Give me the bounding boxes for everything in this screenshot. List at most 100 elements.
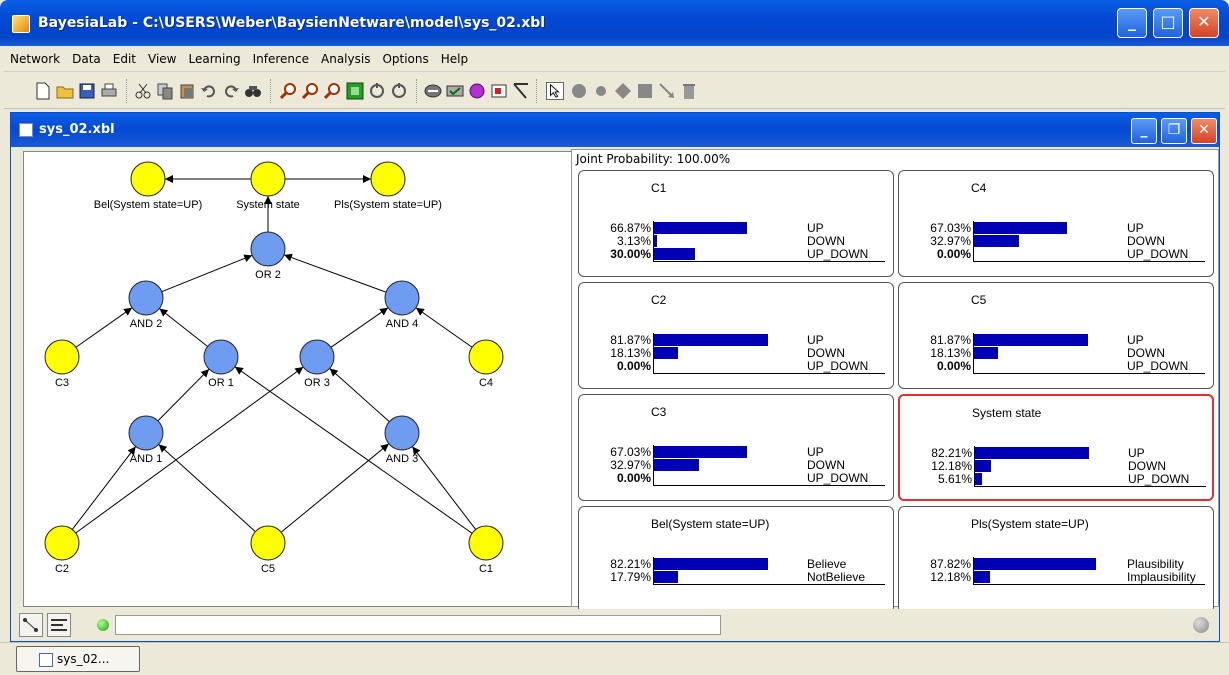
graph-arc-c1-and3[interactable] xyxy=(411,446,477,530)
zoom-out-icon[interactable] xyxy=(302,82,320,100)
arc-tool-icon[interactable] xyxy=(512,82,530,100)
find-icon[interactable] xyxy=(244,82,262,100)
monitor-bar-track[interactable] xyxy=(653,359,803,373)
modeling-mode-icon[interactable] xyxy=(424,82,442,100)
node-circle-large-icon[interactable] xyxy=(570,82,588,100)
monitor-bar-track[interactable] xyxy=(973,359,1123,373)
graph-arc-and2-or2[interactable] xyxy=(161,254,253,293)
monitor-bar-track[interactable] xyxy=(973,333,1123,347)
monitor-icon[interactable] xyxy=(490,82,508,100)
graph-arc-and3-or3[interactable] xyxy=(329,367,390,423)
monitor-bar-track[interactable] xyxy=(974,472,1124,486)
graph-node-c3[interactable] xyxy=(44,339,80,375)
monitor-bar-track[interactable] xyxy=(653,346,803,360)
monitor-system-state[interactable]: System state 82.21% UP 12.18% DOWN 5.61% UP_DO… xyxy=(898,394,1214,501)
monitor-bar-track[interactable] xyxy=(653,471,803,485)
monitor-pls-system-state-up[interactable]: Pls(System state=UP) 87.82% Plausibility 12… xyxy=(898,506,1214,613)
node-purple-icon[interactable] xyxy=(468,82,486,100)
node-diamond-icon[interactable] xyxy=(614,82,632,100)
fit-window-icon[interactable] xyxy=(346,82,364,100)
monitor-bar-track[interactable] xyxy=(653,557,803,571)
console-toggle-button[interactable] xyxy=(47,613,71,637)
monitor-bar-track[interactable] xyxy=(973,570,1123,584)
menu-analysis[interactable]: Analysis xyxy=(315,46,376,66)
monitor-bar-track[interactable] xyxy=(973,557,1123,571)
graph-node-bel[interactable] xyxy=(130,161,166,197)
graph-node-or3[interactable] xyxy=(299,339,335,375)
monitor-bar-track[interactable] xyxy=(653,458,803,472)
zoom-in-icon[interactable] xyxy=(280,82,298,100)
graph-arc-and1-or1[interactable] xyxy=(157,368,210,422)
menu-edit[interactable]: Edit xyxy=(107,46,142,66)
graph-arc-c4-and4[interactable] xyxy=(415,307,473,348)
save-icon[interactable] xyxy=(78,82,96,100)
monitor-c2[interactable]: C2 81.87% UP 18.13% DOWN 0.00% UP_DOWN xyxy=(578,282,894,389)
monitor-bar-track[interactable] xyxy=(653,247,803,261)
validation-mode-icon[interactable] xyxy=(446,82,464,100)
monitor-bar-track[interactable] xyxy=(973,234,1123,248)
monitor-bel-system-state-up[interactable]: Bel(System state=UP) 82.21% Believe 17.79% N… xyxy=(578,506,894,613)
graph-arc-or1-and2[interactable] xyxy=(159,308,208,347)
graph-node-pls[interactable] xyxy=(370,161,406,197)
monitor-bar-track[interactable] xyxy=(974,459,1124,473)
graph-arc-c3-and2[interactable] xyxy=(75,307,133,348)
print-icon[interactable] xyxy=(100,82,118,100)
monitor-bar-track[interactable] xyxy=(973,247,1123,261)
new-file-icon[interactable] xyxy=(34,82,52,100)
monitor-c1[interactable]: C1 66.87% UP 3.13% DOWN 30.00% UP_DOWN xyxy=(578,170,894,277)
graph-node-and2[interactable] xyxy=(128,280,164,316)
menu-inference[interactable]: Inference xyxy=(247,46,315,66)
selection-pointer-icon[interactable] xyxy=(546,82,564,100)
copy-icon[interactable] xyxy=(156,82,174,100)
node-circle-small-icon[interactable] xyxy=(592,82,610,100)
graph-node-and4[interactable] xyxy=(384,280,420,316)
graph-node-c2[interactable] xyxy=(44,525,80,561)
graph-node-or1[interactable] xyxy=(203,339,239,375)
graph-node-c1[interactable] xyxy=(468,525,504,561)
close-button[interactable]: ✕ xyxy=(1189,8,1219,38)
monitor-bar-track[interactable] xyxy=(653,445,803,459)
network-graph-panel[interactable]: Bel(System state=UP) System state Pls(Syst… xyxy=(23,151,575,607)
doc-restore-button[interactable]: ❐ xyxy=(1161,118,1187,144)
redo-icon[interactable] xyxy=(222,82,240,100)
monitor-bar-track[interactable] xyxy=(653,570,803,584)
menu-help[interactable]: Help xyxy=(435,46,474,66)
rotate-right-icon[interactable] xyxy=(390,82,408,100)
monitor-bar-track[interactable] xyxy=(973,346,1123,360)
doc-close-button[interactable]: ✕ xyxy=(1191,118,1217,144)
graph-arc-c5-and1[interactable] xyxy=(158,444,256,532)
network-graph[interactable]: Bel(System state=UP) System state Pls(Syst… xyxy=(24,152,575,607)
graph-node-or2[interactable] xyxy=(250,231,286,267)
graph-arc-and4-or2[interactable] xyxy=(283,253,387,293)
node-square-icon[interactable] xyxy=(636,82,654,100)
rotate-left-icon[interactable] xyxy=(368,82,386,100)
delete-trash-icon[interactable] xyxy=(680,82,698,100)
menu-options[interactable]: Options xyxy=(376,46,434,66)
graph-node-c4[interactable] xyxy=(468,339,504,375)
minimize-button[interactable]: _ xyxy=(1117,8,1147,38)
graph-arc-or3-and4[interactable] xyxy=(330,307,389,348)
menu-view[interactable]: View xyxy=(142,46,182,66)
taskbar-document-item[interactable]: sys_02... xyxy=(16,646,140,672)
monitor-c4[interactable]: C4 67.03% UP 32.97% DOWN 0.00% UP_DOWN xyxy=(898,170,1214,277)
menu-data[interactable]: Data xyxy=(66,46,107,66)
menu-network[interactable]: Network xyxy=(4,46,66,66)
graph-node-and1[interactable] xyxy=(128,415,164,451)
open-folder-icon[interactable] xyxy=(56,82,74,100)
graph-arc-c1-or1[interactable] xyxy=(234,366,473,534)
monitor-c3[interactable]: C3 67.03% UP 32.97% DOWN 0.00% UP_DOWN xyxy=(578,394,894,501)
graph-arc-c5-and3[interactable] xyxy=(280,443,390,533)
monitor-bar-track[interactable] xyxy=(973,221,1123,235)
window-titlebar[interactable]: BayesiaLab - C:\USERS\Weber\BaysienNetwa… xyxy=(0,0,1229,46)
maximize-button[interactable]: □ xyxy=(1153,8,1183,38)
menu-learning[interactable]: Learning xyxy=(183,46,247,66)
monitor-bar-track[interactable] xyxy=(653,234,803,248)
monitor-c5[interactable]: C5 81.87% UP 18.13% DOWN 0.00% UP_DOWN xyxy=(898,282,1214,389)
graph-view-toggle-button[interactable] xyxy=(19,613,43,637)
cut-icon[interactable] xyxy=(134,82,152,100)
monitor-bar-track[interactable] xyxy=(653,333,803,347)
paste-icon[interactable] xyxy=(178,82,196,100)
zoom-default-icon[interactable] xyxy=(324,82,342,100)
graph-arc-c2-or3[interactable] xyxy=(75,366,304,534)
arc-arrow-icon[interactable] xyxy=(658,82,676,100)
